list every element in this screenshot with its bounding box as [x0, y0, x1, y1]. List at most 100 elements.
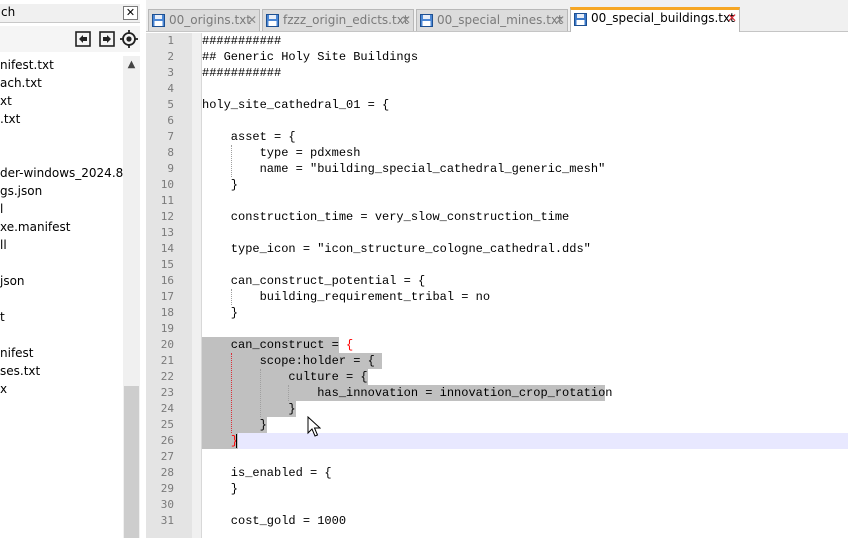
code-line[interactable]: scope:holder = { — [202, 353, 375, 369]
code-line[interactable]: } — [202, 401, 295, 417]
file-list-item[interactable]: x — [0, 380, 7, 398]
file-list-item[interactable]: ll — [0, 236, 7, 254]
line-number: 4 — [167, 82, 174, 95]
code-line[interactable]: } — [202, 481, 238, 497]
line-number: 20 — [160, 338, 174, 351]
line-number: 25 — [160, 418, 174, 431]
file-list-item[interactable]: der-windows_2024.8.msi — [0, 164, 123, 182]
code-line[interactable]: ## Generic Holy Site Buildings — [202, 49, 418, 65]
line-number: 6 — [167, 114, 174, 127]
line-number: 12 — [160, 210, 174, 223]
editor-tab-bar: 00_origins.txt ✕ fzzz_origin_edicts.txt ✕ 00… — [146, 0, 848, 32]
code-line[interactable]: can_construct_potential = { — [202, 273, 425, 289]
close-icon[interactable]: ✕ — [400, 14, 412, 26]
line-number: 14 — [160, 242, 174, 255]
close-icon[interactable]: ✕ — [554, 14, 566, 26]
code-line[interactable]: building_requirement_tribal = no — [202, 289, 490, 305]
tab-label: 00_special_mines.txt — [437, 13, 563, 27]
code-line[interactable]: cost_gold = 1000 — [202, 513, 346, 529]
line-number: 29 — [160, 482, 174, 495]
line-number: 11 — [160, 194, 174, 207]
line-number: 16 — [160, 274, 174, 287]
line-number: 3 — [167, 66, 174, 79]
line-number: 27 — [160, 450, 174, 463]
line-number: 9 — [167, 162, 174, 175]
line-number-gutter: 1 2 3 4 5 6 7 8 9 10 11 12 13 14 15 16 17 18 19 20 21 22 23 24 2… — [146, 33, 192, 538]
tab-00_special_mines-txt[interactable]: 00_special_mines.txt ✕ — [416, 9, 568, 31]
floppy-disk-icon — [152, 14, 165, 27]
expand-all-icon[interactable] — [97, 29, 117, 49]
code-line[interactable]: type_icon = "icon_structure_cologne_cath… — [202, 241, 591, 257]
file-browser-panel: ch ✕ nifest.txt ach.txt xt .txt der-windows_… — [0, 0, 140, 538]
close-icon[interactable]: ✕ — [123, 6, 138, 20]
line-number: 21 — [160, 354, 174, 367]
code-line[interactable]: type = pdxmesh — [202, 145, 361, 161]
file-list: nifest.txt ach.txt xt .txt der-windows_2024.… — [0, 56, 123, 538]
mouse-pointer-icon — [307, 416, 321, 437]
floppy-disk-icon — [574, 13, 587, 26]
line-number: 17 — [160, 290, 174, 303]
code-line[interactable]: can_construct = { — [202, 337, 353, 353]
code-line[interactable]: } — [202, 177, 238, 193]
file-list-item[interactable]: xe.manifest — [0, 218, 70, 236]
file-list-item[interactable]: t — [0, 308, 5, 326]
code-line[interactable]: ########### — [202, 65, 281, 81]
tab-label: 00_origins.txt — [169, 13, 252, 27]
tab-00_special_buildings-txt[interactable]: 00_special_buildings.txt ✕ — [570, 7, 740, 32]
close-icon[interactable]: ✕ — [726, 12, 738, 24]
text-caret — [236, 434, 237, 448]
line-number: 23 — [160, 386, 174, 399]
locate-icon[interactable] — [119, 29, 139, 49]
code-line[interactable]: name = "building_special_cathedral_gener… — [202, 161, 606, 177]
line-number: 24 — [160, 402, 174, 415]
file-list-scrollbar[interactable]: ▲ — [123, 56, 140, 538]
line-number: 31 — [160, 514, 174, 527]
file-list-item[interactable]: nifest — [0, 344, 34, 362]
code-line[interactable]: } — [202, 433, 238, 449]
scrollbar-thumb[interactable] — [124, 386, 139, 538]
line-number: 26 — [160, 434, 174, 447]
current-line-highlight — [202, 433, 848, 449]
file-list-item[interactable]: ach.txt — [0, 74, 42, 92]
line-number: 19 — [160, 322, 174, 335]
tab-label: fzzz_origin_edicts.txt — [283, 13, 409, 27]
file-browser-toolbar — [0, 26, 140, 52]
line-number: 1 — [167, 34, 174, 47]
fold-margin[interactable] — [192, 33, 202, 538]
line-number: 7 — [167, 130, 174, 143]
collapse-all-icon[interactable] — [73, 29, 93, 49]
file-list-item[interactable]: .txt — [0, 110, 20, 128]
matched-brace: { — [346, 338, 354, 352]
code-line[interactable]: has_innovation = innovation_crop_rotatio… — [202, 385, 612, 401]
code-line[interactable]: } — [202, 417, 267, 433]
line-number: 28 — [160, 466, 174, 479]
code-line[interactable]: asset = { — [202, 129, 296, 145]
line-number: 2 — [167, 50, 174, 63]
line-number: 18 — [160, 306, 174, 319]
tab-00_origins-txt[interactable]: 00_origins.txt ✕ — [148, 9, 260, 31]
line-number: 5 — [167, 98, 174, 111]
chevron-up-icon[interactable]: ▲ — [123, 56, 140, 73]
code-line[interactable]: construction_time = very_slow_constructi… — [202, 209, 569, 225]
file-list-item[interactable]: xt — [0, 92, 12, 110]
file-filter-input[interactable]: ch — [1, 5, 15, 19]
code-line[interactable]: } — [202, 305, 238, 321]
tab-fzzz_origin_edicts-txt[interactable]: fzzz_origin_edicts.txt ✕ — [262, 9, 414, 31]
line-number: 10 — [160, 178, 174, 191]
line-number: 8 — [167, 146, 174, 159]
code-editor[interactable]: 1 2 3 4 5 6 7 8 9 10 11 12 13 14 15 16 17 18 19 20 21 22 23 24 2… — [146, 33, 848, 538]
line-number: 22 — [160, 370, 174, 383]
file-list-item[interactable]: json — [0, 272, 25, 290]
file-list-item[interactable]: ses.txt — [0, 362, 40, 380]
file-list-item[interactable]: l — [0, 200, 3, 218]
floppy-disk-icon — [420, 14, 433, 27]
code-line[interactable]: is_enabled = { — [202, 465, 332, 481]
tab-label: 00_special_buildings.txt — [591, 11, 735, 25]
file-list-item[interactable]: nifest.txt — [0, 56, 54, 74]
code-line[interactable]: holy_site_cathedral_01 = { — [202, 97, 389, 113]
file-list-item[interactable]: gs.json — [0, 182, 42, 200]
line-number: 15 — [160, 258, 174, 271]
code-line[interactable]: ########### — [202, 33, 281, 49]
close-icon[interactable]: ✕ — [246, 14, 258, 26]
code-line[interactable]: culture = { — [202, 369, 367, 385]
